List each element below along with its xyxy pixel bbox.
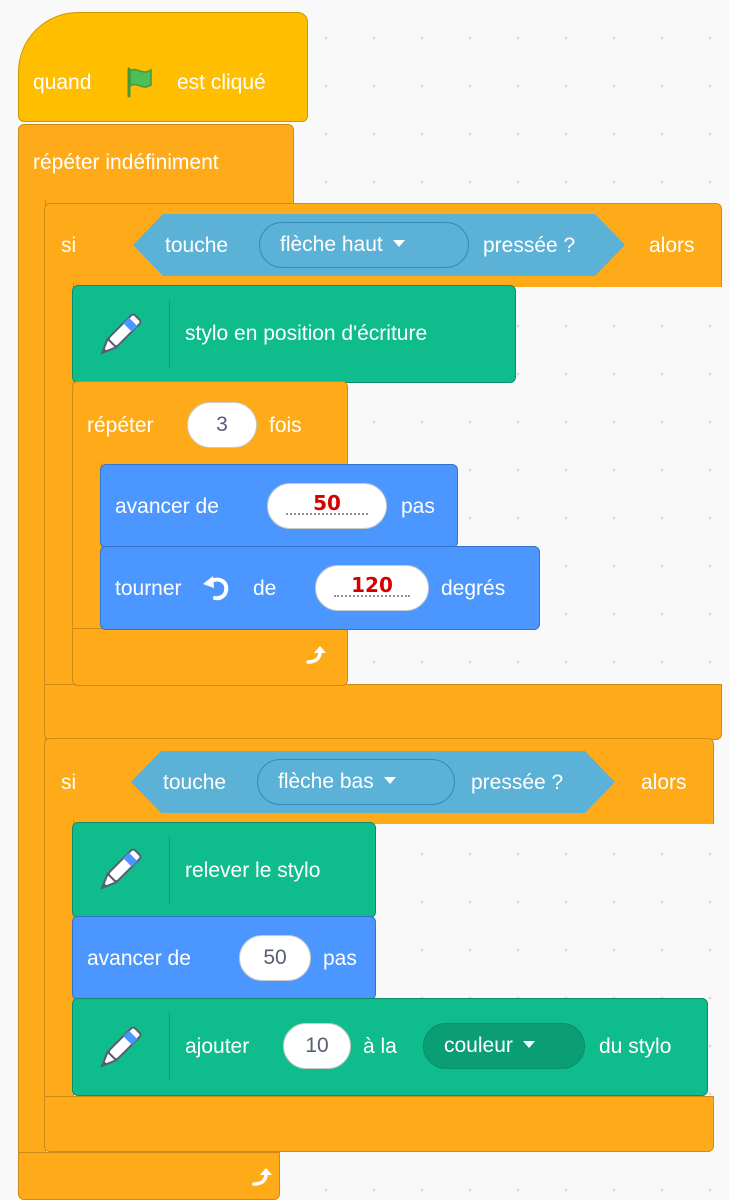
pen-icon bbox=[91, 1021, 147, 1082]
key-value: flèche bas bbox=[278, 770, 374, 793]
turn-degrees-input[interactable]: 120 bbox=[315, 565, 429, 611]
repeat-times-label: fois bbox=[269, 414, 302, 437]
move-unit: pas bbox=[323, 947, 357, 970]
loop-arrow-icon bbox=[251, 1167, 273, 1192]
rotate-left-icon bbox=[201, 573, 231, 608]
key-value: flèche haut bbox=[280, 233, 383, 256]
move-label: avancer de bbox=[115, 495, 219, 518]
pressed-label: pressée ? bbox=[483, 234, 576, 257]
then-keyword: alors bbox=[641, 771, 687, 794]
change-label: ajouter bbox=[185, 1035, 250, 1058]
pen-icon bbox=[91, 308, 147, 369]
if-block-down[interactable]: si touche flèche bas pressée ? alors bbox=[44, 738, 714, 824]
move-steps-value: 50 bbox=[313, 491, 341, 515]
repeat-arm bbox=[72, 463, 102, 637]
if-arm-up bbox=[44, 283, 74, 691]
change-pen-color-block[interactable]: ajouter 10 à la couleur du stylo bbox=[72, 998, 708, 1096]
pen-down-label: stylo en position d'écriture bbox=[185, 322, 428, 345]
change-suffix-label: du stylo bbox=[599, 1035, 672, 1058]
when-flag-clicked-hat[interactable]: quand est cliqué bbox=[18, 12, 308, 122]
chevron-down-icon bbox=[392, 239, 405, 247]
pen-param-dropdown[interactable]: couleur bbox=[423, 1023, 585, 1069]
repeat-count-input[interactable]: 3 bbox=[187, 402, 257, 448]
if-keyword: si bbox=[61, 234, 77, 257]
repeat-block[interactable]: répéter 3 fois bbox=[72, 381, 348, 467]
chevron-down-icon bbox=[522, 1040, 535, 1048]
move-steps-value: 50 bbox=[263, 946, 287, 969]
then-keyword: alors bbox=[649, 234, 695, 257]
repeat-foot bbox=[72, 628, 348, 686]
if-foot-up bbox=[44, 684, 722, 740]
move-label: avancer de bbox=[87, 947, 191, 970]
key-label: touche bbox=[165, 234, 229, 257]
hat-when-label: quand bbox=[33, 71, 92, 94]
pen-up-block[interactable]: relever le stylo bbox=[72, 822, 376, 918]
chevron-down-icon bbox=[383, 776, 396, 784]
pressed-label: pressée ? bbox=[471, 771, 564, 794]
forever-foot bbox=[18, 1152, 280, 1200]
hat-clicked-label: est cliqué bbox=[177, 71, 266, 94]
if-foot-down bbox=[44, 1096, 714, 1152]
key-dropdown-up[interactable]: flèche haut bbox=[259, 222, 469, 268]
move-steps-block[interactable]: avancer de 50 pas bbox=[100, 464, 458, 548]
key-dropdown-down[interactable]: flèche bas bbox=[257, 759, 455, 805]
if-block-up[interactable]: si touche flèche haut pressée ? alors bbox=[44, 203, 722, 287]
move-steps-input[interactable]: 50 bbox=[239, 935, 311, 981]
dotted-underline bbox=[286, 513, 368, 515]
turn-label: tourner bbox=[115, 577, 182, 600]
turn-degrees-value: 120 bbox=[351, 573, 393, 597]
green-flag-icon[interactable] bbox=[123, 65, 157, 104]
forever-arm bbox=[18, 200, 46, 1162]
move-unit: pas bbox=[401, 495, 435, 518]
change-amount-input[interactable]: 10 bbox=[283, 1023, 351, 1069]
key-pressed-condition-up[interactable]: touche flèche haut pressée ? bbox=[133, 214, 625, 276]
change-to-label: à la bbox=[363, 1035, 397, 1058]
if-keyword: si bbox=[61, 771, 77, 794]
pen-icon bbox=[91, 843, 147, 904]
loop-arrow-icon bbox=[305, 645, 327, 670]
forever-block[interactable]: répéter indéfiniment bbox=[18, 124, 294, 206]
repeat-label: répéter bbox=[87, 414, 154, 437]
dotted-underline bbox=[334, 595, 410, 597]
pen-up-label: relever le stylo bbox=[185, 859, 321, 882]
key-pressed-condition-down[interactable]: touche flèche bas pressée ? bbox=[131, 751, 615, 813]
pen-param-value: couleur bbox=[444, 1034, 513, 1057]
turn-unit: degrés bbox=[441, 577, 506, 600]
if-arm-down bbox=[44, 820, 74, 1102]
key-label: touche bbox=[163, 771, 227, 794]
change-amount-value: 10 bbox=[305, 1034, 329, 1057]
forever-label: répéter indéfiniment bbox=[33, 151, 219, 174]
turn-left-block[interactable]: tourner de 120 degrés bbox=[100, 546, 540, 630]
move-steps-input[interactable]: 50 bbox=[267, 483, 387, 529]
repeat-count-value: 3 bbox=[216, 413, 228, 436]
pen-down-block[interactable]: stylo en position d'écriture bbox=[72, 285, 516, 383]
turn-of-label: de bbox=[253, 577, 277, 600]
move-steps-block[interactable]: avancer de 50 pas bbox=[72, 916, 376, 1000]
